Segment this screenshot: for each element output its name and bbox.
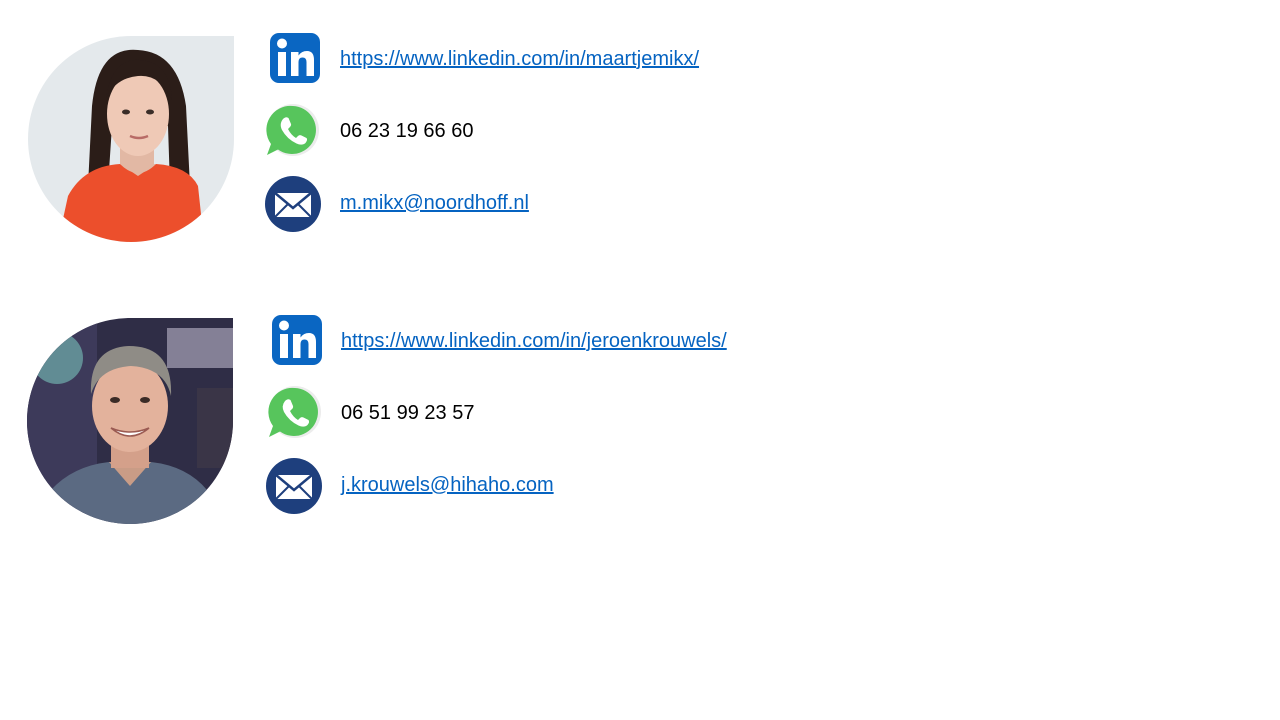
linkedin-link[interactable]: https://www.linkedin.com/in/maartjemikx/ (340, 46, 699, 72)
whatsapp-icon[interactable] (262, 382, 324, 444)
linkedin-icon[interactable] (262, 28, 324, 90)
linkedin-link[interactable]: https://www.linkedin.com/in/jeroenkrouwe… (341, 328, 727, 354)
linkedin-row: https://www.linkedin.com/in/jeroenkrouwe… (262, 310, 1162, 372)
email-icon[interactable] (262, 172, 324, 234)
profile-photo (28, 36, 234, 242)
email-row: j.krouwels@hihaho.com (262, 454, 1162, 516)
linkedin-icon[interactable] (262, 310, 324, 372)
whatsapp-icon[interactable] (262, 100, 324, 162)
phone-number: 06 23 19 66 60 (340, 120, 474, 142)
email-link[interactable]: j.krouwels@hihaho.com (341, 472, 554, 498)
contact-card-1: https://www.linkedin.com/in/maartjemikx/… (0, 0, 1280, 242)
contact-card-2: https://www.linkedin.com/in/jeroenkrouwe… (0, 282, 1280, 524)
email-row: m.mikx@noordhoff.nl (262, 172, 1162, 234)
phone-number: 06 51 99 23 57 (341, 402, 475, 424)
linkedin-row: https://www.linkedin.com/in/maartjemikx/ (262, 28, 1162, 90)
phone-row: 06 51 99 23 57 (262, 382, 1162, 444)
email-icon[interactable] (262, 454, 324, 516)
profile-photo (27, 318, 233, 524)
phone-row: 06 23 19 66 60 (262, 100, 1162, 162)
email-link[interactable]: m.mikx@noordhoff.nl (340, 190, 529, 216)
